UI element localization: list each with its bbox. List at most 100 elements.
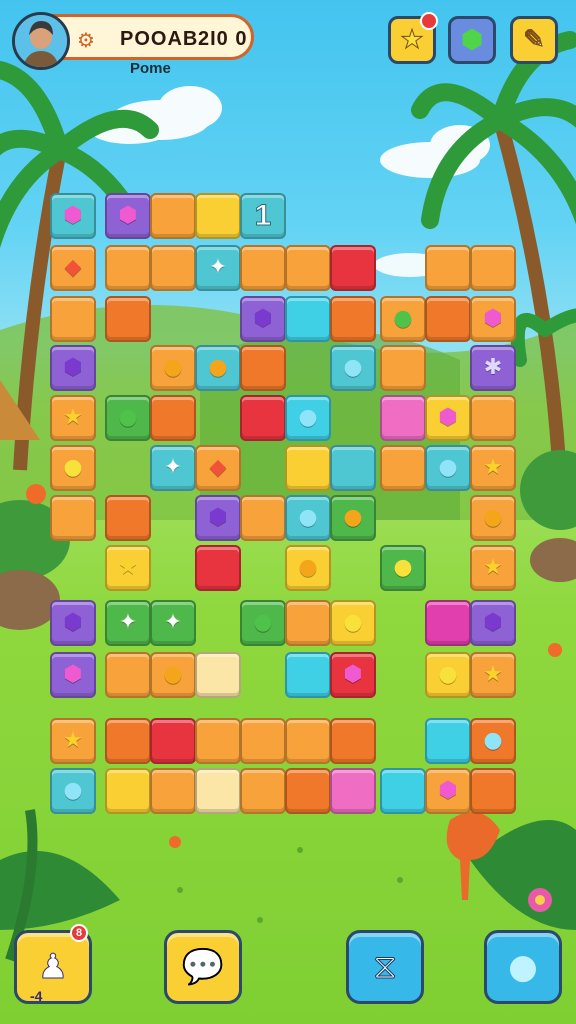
board-tile[interactable]: ★ [470, 652, 516, 698]
board-tile[interactable] [330, 245, 376, 291]
board-tile[interactable]: ● [150, 652, 196, 698]
board-tile[interactable] [425, 245, 471, 291]
board-tile[interactable] [195, 193, 241, 239]
board-tile[interactable] [195, 718, 241, 764]
board-tile[interactable] [285, 245, 331, 291]
board-tile[interactable] [425, 600, 471, 646]
booster-button-bubble[interactable]: ● [484, 930, 562, 1004]
board-tile[interactable]: ● [330, 495, 376, 541]
board-tile[interactable]: ● [380, 296, 426, 342]
board-tile[interactable]: ✦ [150, 445, 196, 491]
board-tile[interactable] [380, 768, 426, 814]
board-tile[interactable]: ★ [105, 545, 151, 591]
board-tile[interactable]: ★ [470, 445, 516, 491]
board-tile[interactable]: ⬢ [470, 600, 516, 646]
board-tile[interactable] [240, 395, 286, 441]
board-tile[interactable] [105, 652, 151, 698]
board-tile[interactable]: ● [50, 445, 96, 491]
board-tile[interactable]: ⬢ [50, 345, 96, 391]
board-tile[interactable] [150, 395, 196, 441]
board-tile[interactable]: ● [240, 600, 286, 646]
board-tile[interactable]: ⬢ [470, 296, 516, 342]
board-tile[interactable] [240, 345, 286, 391]
board-tile[interactable]: ● [195, 345, 241, 391]
board-tile[interactable] [470, 245, 516, 291]
board-tile[interactable]: ★ [50, 395, 96, 441]
board-tile[interactable] [150, 245, 196, 291]
board-tile[interactable]: ⬢ [330, 652, 376, 698]
board-tile[interactable] [105, 296, 151, 342]
board-tile[interactable] [285, 296, 331, 342]
board-tile[interactable]: ● [425, 445, 471, 491]
board-tile[interactable]: ⬢ [50, 600, 96, 646]
board-tile[interactable]: ● [330, 600, 376, 646]
board-tile[interactable] [285, 718, 331, 764]
board-tile[interactable] [330, 296, 376, 342]
board-tile[interactable]: ● [380, 545, 426, 591]
board-tile[interactable]: ⬢ [50, 193, 96, 239]
board-tile[interactable] [50, 296, 96, 342]
board-tile[interactable]: ⬢ [195, 495, 241, 541]
board-tile[interactable] [240, 768, 286, 814]
board-tile[interactable] [380, 395, 426, 441]
board-tile[interactable] [195, 652, 241, 698]
board-tile[interactable] [470, 768, 516, 814]
board-tile[interactable]: ⬢ [50, 652, 96, 698]
player-avatar[interactable] [12, 12, 70, 70]
board-tile[interactable]: ★ [50, 718, 96, 764]
board-tile[interactable] [285, 768, 331, 814]
board-tile[interactable] [285, 600, 331, 646]
board-tile[interactable] [380, 445, 426, 491]
board-tile[interactable]: ★ [470, 545, 516, 591]
board-tile[interactable]: ● [470, 718, 516, 764]
board-tile[interactable] [150, 718, 196, 764]
board-tile[interactable]: ✦ [105, 600, 151, 646]
gem-button[interactable]: ⬢ [448, 16, 496, 64]
board-tile[interactable] [150, 193, 196, 239]
board-tile[interactable]: ◆ [195, 445, 241, 491]
board-tile[interactable] [425, 718, 471, 764]
booster-button-chat[interactable]: 💬 [164, 930, 242, 1004]
board-tile[interactable] [195, 768, 241, 814]
board-tile[interactable]: ● [50, 768, 96, 814]
board-tile[interactable]: ● [150, 345, 196, 391]
gear-icon[interactable]: ⚙ [74, 28, 98, 52]
board-tile[interactable]: ⬢ [425, 395, 471, 441]
board-tile[interactable] [105, 495, 151, 541]
booster-button-shuffle[interactable]: ⧖ [346, 930, 424, 1004]
board-tile[interactable] [285, 652, 331, 698]
board-tile[interactable]: ⬢ [240, 296, 286, 342]
board-tile[interactable] [330, 718, 376, 764]
board-tile[interactable]: ● [330, 345, 376, 391]
board-tile[interactable] [195, 545, 241, 591]
board-tile[interactable] [50, 495, 96, 541]
board-tile[interactable]: ● [105, 395, 151, 441]
board-tile[interactable]: ● [470, 495, 516, 541]
board-tile[interactable] [330, 445, 376, 491]
board-tile[interactable] [330, 768, 376, 814]
board-tile[interactable]: ⬢ [425, 768, 471, 814]
board-tile[interactable]: ● [285, 545, 331, 591]
board-tile[interactable]: ✦ [150, 600, 196, 646]
board-tile[interactable] [105, 718, 151, 764]
board-tile[interactable] [425, 296, 471, 342]
board-tile[interactable] [105, 245, 151, 291]
board-tile[interactable] [380, 345, 426, 391]
edit-button[interactable]: ✎ [510, 16, 558, 64]
board-tile[interactable]: ⬢ [105, 193, 151, 239]
board-tile[interactable] [105, 768, 151, 814]
board-tile[interactable]: ◆ [50, 245, 96, 291]
board-tile[interactable] [240, 495, 286, 541]
board-tile[interactable]: ✱ [470, 345, 516, 391]
board-tile[interactable]: ● [285, 395, 331, 441]
board-tile[interactable] [150, 768, 196, 814]
board-tile[interactable]: ● [425, 652, 471, 698]
gem-pink-icon: ⬢ [63, 203, 83, 228]
board-tile[interactable] [470, 395, 516, 441]
board-tile[interactable]: ● [285, 495, 331, 541]
board-tile[interactable] [240, 718, 286, 764]
board-tile[interactable] [240, 245, 286, 291]
board-tile[interactable]: ✦ [195, 245, 241, 291]
board-tile[interactable]: 1 [240, 193, 286, 239]
board-tile[interactable] [285, 445, 331, 491]
